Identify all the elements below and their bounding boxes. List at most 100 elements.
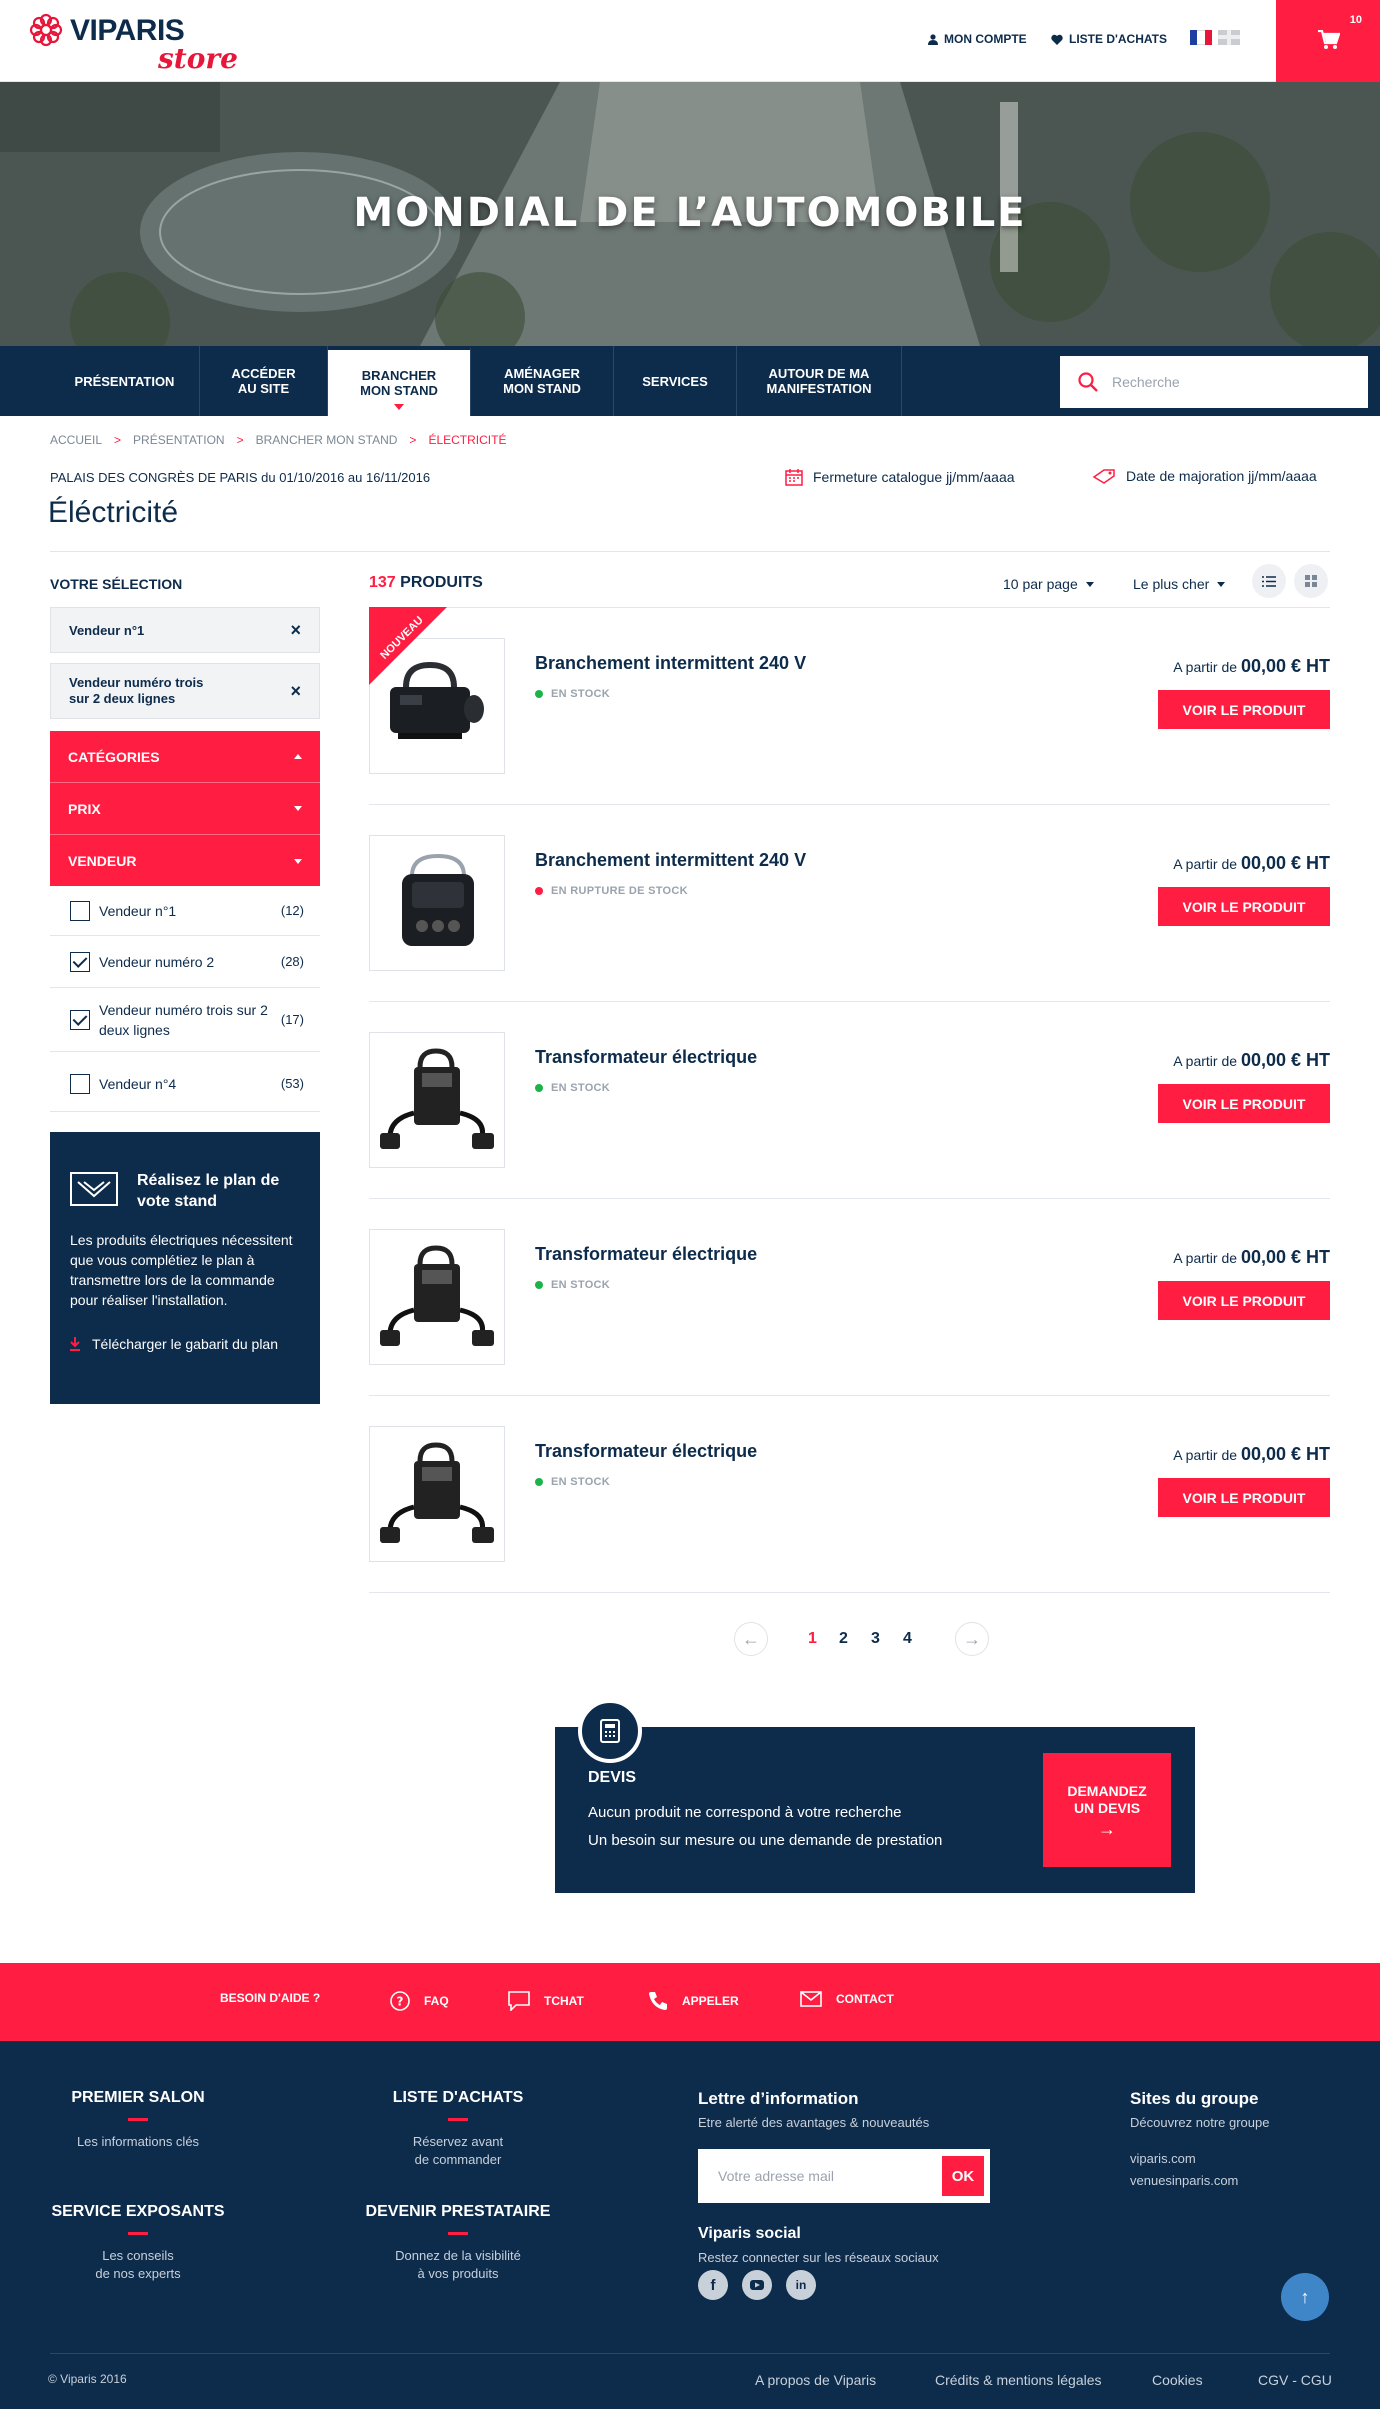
- filter-accordion: CATÉGORIES PRIX VENDEUR: [50, 731, 320, 886]
- product-name[interactable]: Branchement intermittent 240 V: [535, 653, 806, 674]
- download-template-link[interactable]: Télécharger le gabarit du plan: [70, 1336, 278, 1352]
- product-card: Branchement intermittent 240 V EN STOCK A …: [369, 608, 1330, 805]
- scroll-to-top-button[interactable]: ↑: [1281, 2273, 1329, 2321]
- view-product-button[interactable]: VOIR LE PRODUIT: [1158, 1084, 1330, 1123]
- search-icon[interactable]: [1078, 372, 1098, 392]
- viparis-store-logo[interactable]: VIPARIS store: [28, 12, 268, 75]
- view-product-button[interactable]: VOIR LE PRODUIT: [1158, 887, 1330, 926]
- breadcrumb-current: ÉLECTRICITÉ: [428, 433, 507, 447]
- request-quote-label: DEMANDEZ UN DEVIS: [1067, 1782, 1147, 1816]
- filter-vendeur[interactable]: VENDEUR: [50, 835, 320, 887]
- cart-button[interactable]: 10: [1276, 0, 1380, 82]
- page-4[interactable]: 4: [903, 1630, 912, 1648]
- phone-icon: [649, 1992, 667, 2010]
- breadcrumb-home[interactable]: ACCUEIL: [50, 433, 102, 447]
- site-link[interactable]: venuesinparis.com: [1130, 2173, 1238, 2188]
- vendor-option[interactable]: Vendeur numéro trois sur 2 deux lignes (…: [50, 988, 320, 1052]
- vendor-option[interactable]: Vendeur n°1 (12): [50, 886, 320, 936]
- product-image[interactable]: [369, 1426, 505, 1562]
- arrow-right-icon: →: [963, 1628, 981, 1649]
- nav-acceder-au-site[interactable]: ACCÉDER AU SITE: [200, 346, 328, 416]
- flag-fr-icon[interactable]: [1190, 30, 1212, 45]
- site-link[interactable]: viparis.com: [1130, 2151, 1196, 2166]
- call-link[interactable]: APPELER: [648, 1991, 739, 2011]
- linkedin-icon[interactable]: in: [786, 2270, 816, 2300]
- footer-link-credits[interactable]: Crédits & mentions légales: [935, 2372, 1102, 2388]
- list-view-button[interactable]: [1252, 564, 1286, 598]
- product-image[interactable]: [369, 1229, 505, 1365]
- footer-link-about[interactable]: A propos de Viparis: [755, 2372, 876, 2388]
- price-prefix: A partir de: [1173, 1250, 1238, 1266]
- sort-select[interactable]: Le plus cher: [1133, 576, 1226, 592]
- footer-col-title[interactable]: PREMIER SALON: [38, 2089, 238, 2107]
- pagination-next-button[interactable]: →: [955, 1622, 989, 1656]
- price-prefix: A partir de: [1173, 1053, 1238, 1069]
- header: VIPARIS store MON COMPTE LISTE D'ACHATS …: [0, 0, 1380, 82]
- footer-col-title[interactable]: DEVENIR PRESTATAIRE: [338, 2203, 578, 2221]
- product-price: A partir de 00,00 € HT: [1173, 1247, 1330, 1268]
- chat-link[interactable]: TCHAT: [508, 1991, 584, 2011]
- chat-icon: [508, 1991, 530, 2011]
- nav-presentation[interactable]: PRÉSENTATION: [50, 346, 200, 416]
- help-bar: BESOIN D'AIDE ? ? FAQ TCHAT APPELER CONT…: [0, 1963, 1380, 2041]
- product-image[interactable]: [369, 1032, 505, 1168]
- facebook-icon[interactable]: f: [698, 2270, 728, 2300]
- breadcrumb-presentation[interactable]: PRÉSENTATION: [133, 433, 225, 447]
- footer-col-title[interactable]: LISTE D'ACHATS: [358, 2089, 558, 2107]
- vendor-option[interactable]: Vendeur n°4 (53): [50, 1052, 320, 1112]
- flag-uk-icon[interactable]: [1218, 30, 1240, 45]
- contact-link[interactable]: CONTACT: [800, 1991, 894, 2007]
- product-name[interactable]: Transformateur électrique: [535, 1047, 757, 1068]
- filter-label: PRIX: [68, 800, 101, 817]
- view-product-button[interactable]: VOIR LE PRODUIT: [1158, 1478, 1330, 1517]
- stock-label: EN STOCK: [551, 1476, 611, 1488]
- faq-link[interactable]: ? FAQ: [390, 1991, 449, 2011]
- filter-prix[interactable]: PRIX: [50, 783, 320, 835]
- close-icon[interactable]: ×: [290, 682, 301, 700]
- footer-col-title[interactable]: SERVICE EXPOSANTS: [38, 2203, 238, 2221]
- request-quote-button[interactable]: DEMANDEZ UN DEVIS →: [1043, 1753, 1171, 1867]
- per-page-select[interactable]: 10 par page: [1003, 576, 1094, 592]
- page-3[interactable]: 3: [871, 1630, 880, 1648]
- my-account-link[interactable]: MON COMPTE: [928, 32, 1027, 46]
- nav-services[interactable]: SERVICES: [614, 346, 737, 416]
- selected-filter-chip[interactable]: Vendeur numéro trois sur 2 deux lignes ×: [50, 663, 320, 719]
- breadcrumb-brancher[interactable]: BRANCHER MON STAND: [256, 433, 398, 447]
- pagination-prev-button[interactable]: ←: [734, 1622, 768, 1656]
- quote-request-box: DEVIS Aucun produit ne correspond à votr…: [555, 1699, 1195, 1893]
- product-name[interactable]: Branchement intermittent 240 V: [535, 850, 806, 871]
- vendor-option[interactable]: Vendeur numéro 2 (28): [50, 936, 320, 988]
- footer-link-cookies[interactable]: Cookies: [1152, 2372, 1203, 2388]
- group-sites-subtitle: Découvrez notre groupe: [1130, 2115, 1270, 2130]
- newsletter-email-input[interactable]: [718, 2168, 942, 2184]
- close-icon[interactable]: ×: [290, 620, 301, 641]
- page-1[interactable]: 1: [808, 1630, 817, 1648]
- product-name[interactable]: Transformateur électrique: [535, 1244, 757, 1265]
- youtube-icon[interactable]: [742, 2270, 772, 2300]
- checkbox-checked[interactable]: [70, 952, 90, 972]
- nav-brancher-mon-stand[interactable]: BRANCHER MON STAND: [328, 346, 471, 416]
- devis-title: DEVIS: [588, 1769, 637, 1786]
- stock-label: EN STOCK: [551, 1082, 611, 1094]
- view-product-button[interactable]: VOIR LE PRODUIT: [1158, 690, 1330, 729]
- question-icon: ?: [390, 1991, 410, 2011]
- checkbox[interactable]: [70, 1074, 90, 1094]
- wishlist-link[interactable]: LISTE D'ACHATS: [1051, 32, 1167, 46]
- newsletter-submit-button[interactable]: OK: [942, 2156, 984, 2196]
- product-name[interactable]: Transformateur électrique: [535, 1441, 757, 1462]
- nav-amenager-mon-stand[interactable]: AMÉNAGER MON STAND: [471, 346, 614, 416]
- checkbox[interactable]: [70, 901, 90, 921]
- footer-link-cgv[interactable]: CGV - CGU: [1258, 2372, 1332, 2388]
- grid-view-button[interactable]: [1294, 564, 1328, 598]
- filter-categories[interactable]: CATÉGORIES: [50, 731, 320, 783]
- stock-status: EN STOCK: [535, 1279, 610, 1291]
- page-2[interactable]: 2: [839, 1630, 848, 1648]
- product-image[interactable]: [369, 835, 505, 971]
- nav-brancher-label: BRANCHER MON STAND: [360, 368, 438, 398]
- search-input[interactable]: [1112, 374, 1332, 390]
- user-icon: [928, 33, 938, 45]
- checkbox-checked[interactable]: [70, 1010, 90, 1030]
- selected-filter-chip[interactable]: Vendeur n°1 ×: [50, 607, 320, 653]
- view-product-button[interactable]: VOIR LE PRODUIT: [1158, 1281, 1330, 1320]
- nav-autour-de-ma-manifestation[interactable]: AUTOUR DE MA MANIFESTATION: [737, 346, 902, 416]
